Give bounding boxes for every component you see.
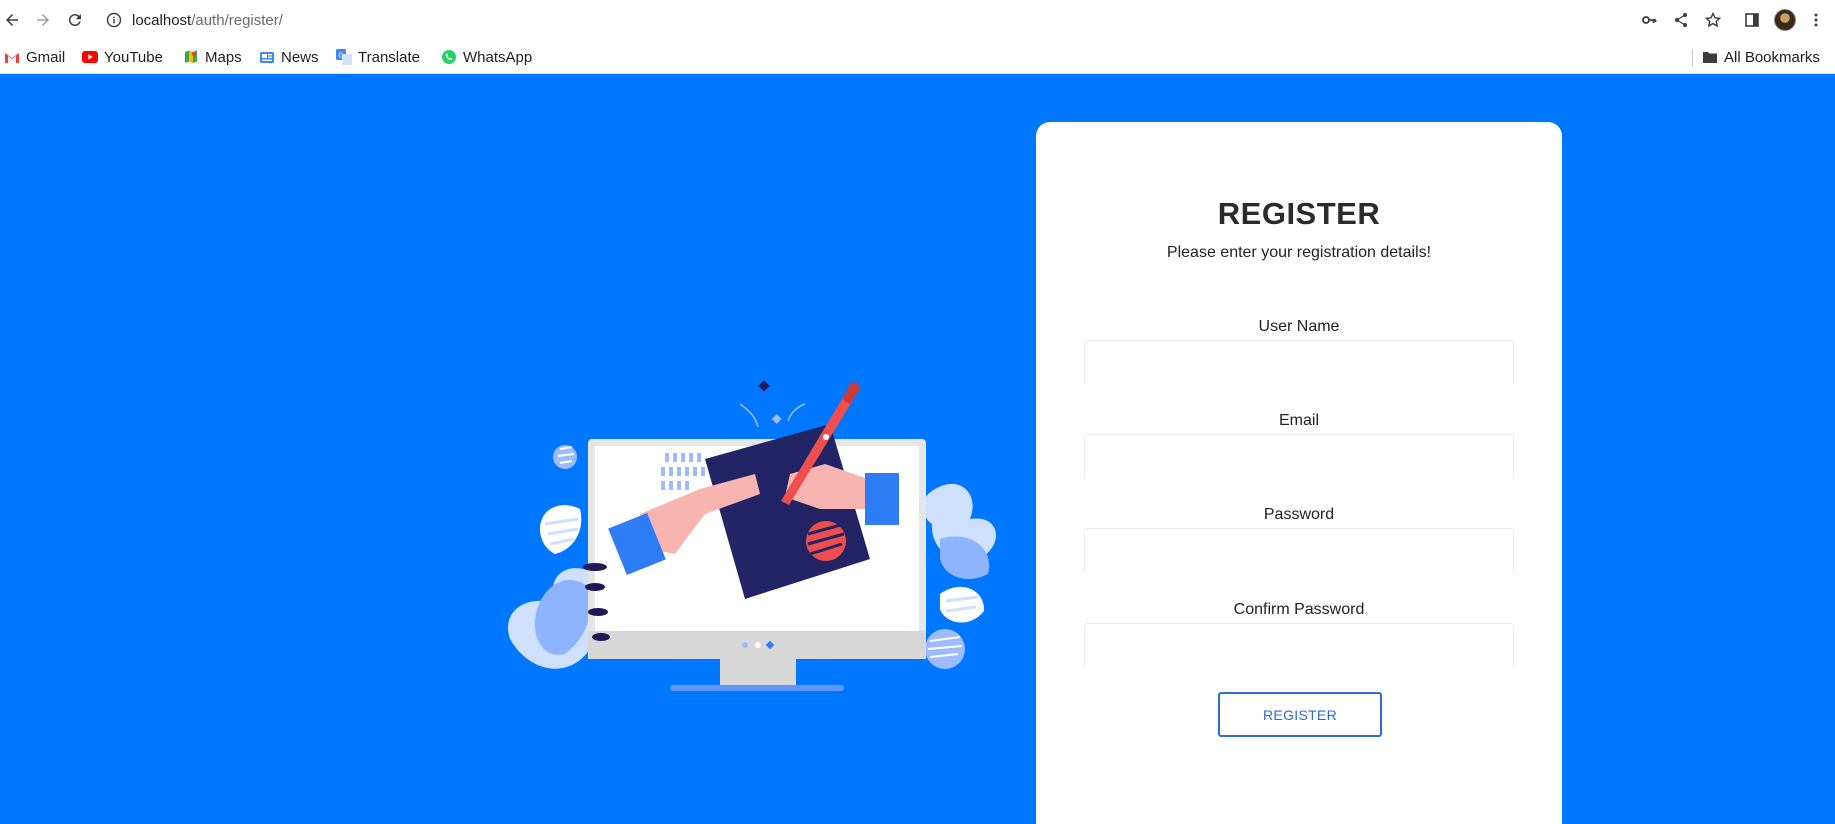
bookmark-star-button[interactable] bbox=[1702, 9, 1724, 31]
register-subtitle: Please enter your registration details! bbox=[1166, 244, 1432, 261]
register-page: REGISTER Please enter your registration … bbox=[0, 74, 1835, 824]
translate-icon: G bbox=[336, 49, 352, 65]
key-icon bbox=[1642, 16, 1657, 24]
url-host: localhost bbox=[132, 11, 192, 29]
share-icon bbox=[1675, 13, 1687, 27]
email-label: Email bbox=[1278, 412, 1319, 429]
reload-icon bbox=[68, 14, 81, 27]
all-bookmarks-label: All Bookmarks bbox=[1724, 48, 1820, 66]
side-panel-button[interactable] bbox=[1741, 9, 1763, 31]
arrow-right-icon bbox=[37, 14, 49, 26]
url-path: /auth/register/ bbox=[191, 11, 283, 29]
bookmark-label: Maps bbox=[205, 48, 242, 66]
bookmark-label: Gmail bbox=[26, 48, 66, 66]
whatsapp-icon bbox=[441, 49, 457, 65]
bookmark-label: Translate bbox=[358, 48, 420, 66]
bookmark-label: YouTube bbox=[104, 48, 163, 66]
youtube-icon bbox=[82, 49, 98, 65]
username-input[interactable] bbox=[1084, 340, 1514, 384]
address-bar[interactable]: localhost/auth/register/ bbox=[96, 6, 1696, 34]
password-key-button[interactable] bbox=[1638, 9, 1660, 31]
password-input[interactable] bbox=[1084, 528, 1514, 572]
register-illustration bbox=[508, 380, 997, 691]
bookmark-news[interactable]: News bbox=[259, 45, 319, 69]
all-bookmarks-button[interactable]: All Bookmarks bbox=[1702, 45, 1820, 69]
forward-button[interactable] bbox=[31, 8, 55, 32]
bookmark-youtube[interactable]: YouTube bbox=[82, 45, 163, 69]
kebab-menu-icon bbox=[1814, 13, 1818, 27]
side-panel-icon bbox=[1745, 13, 1759, 27]
maps-icon bbox=[183, 49, 199, 65]
svg-text:G: G bbox=[338, 52, 343, 60]
bookmarks-separator bbox=[1692, 49, 1693, 67]
back-button[interactable] bbox=[0, 8, 24, 32]
menu-button[interactable] bbox=[1805, 9, 1827, 31]
url-text[interactable]: localhost/auth/register/ bbox=[132, 12, 283, 29]
bookmarks-bar: Gmail YouTube Maps News G Translate What… bbox=[0, 40, 1835, 74]
gmail-icon bbox=[4, 49, 20, 65]
email-input[interactable] bbox=[1084, 434, 1514, 478]
news-icon bbox=[259, 49, 275, 65]
bookmark-whatsapp[interactable]: WhatsApp bbox=[441, 45, 532, 69]
register-button[interactable]: REGISTER bbox=[1218, 692, 1382, 737]
username-label: User Name bbox=[1258, 318, 1340, 335]
share-button[interactable] bbox=[1670, 9, 1692, 31]
star-icon bbox=[1705, 12, 1721, 28]
password-label: Password bbox=[1263, 506, 1335, 523]
bookmark-label: WhatsApp bbox=[463, 48, 533, 66]
bookmark-gmail[interactable]: Gmail bbox=[4, 45, 65, 69]
register-title: REGISTER bbox=[1217, 196, 1381, 231]
register-card: REGISTER Please enter your registration … bbox=[1036, 122, 1562, 824]
browser-toolbar: localhost/auth/register/ bbox=[0, 0, 1835, 40]
confirm-password-label: Confirm Password bbox=[1233, 601, 1365, 618]
info-icon[interactable] bbox=[106, 12, 122, 28]
bookmark-translate[interactable]: G Translate bbox=[336, 45, 420, 69]
folder-icon bbox=[1702, 49, 1718, 65]
confirm-password-input[interactable] bbox=[1084, 623, 1514, 667]
reload-button[interactable] bbox=[63, 8, 87, 32]
bookmark-maps[interactable]: Maps bbox=[183, 45, 242, 69]
bookmark-label: News bbox=[281, 48, 319, 66]
profile-avatar[interactable] bbox=[1774, 9, 1796, 31]
arrow-left-icon bbox=[6, 14, 18, 26]
